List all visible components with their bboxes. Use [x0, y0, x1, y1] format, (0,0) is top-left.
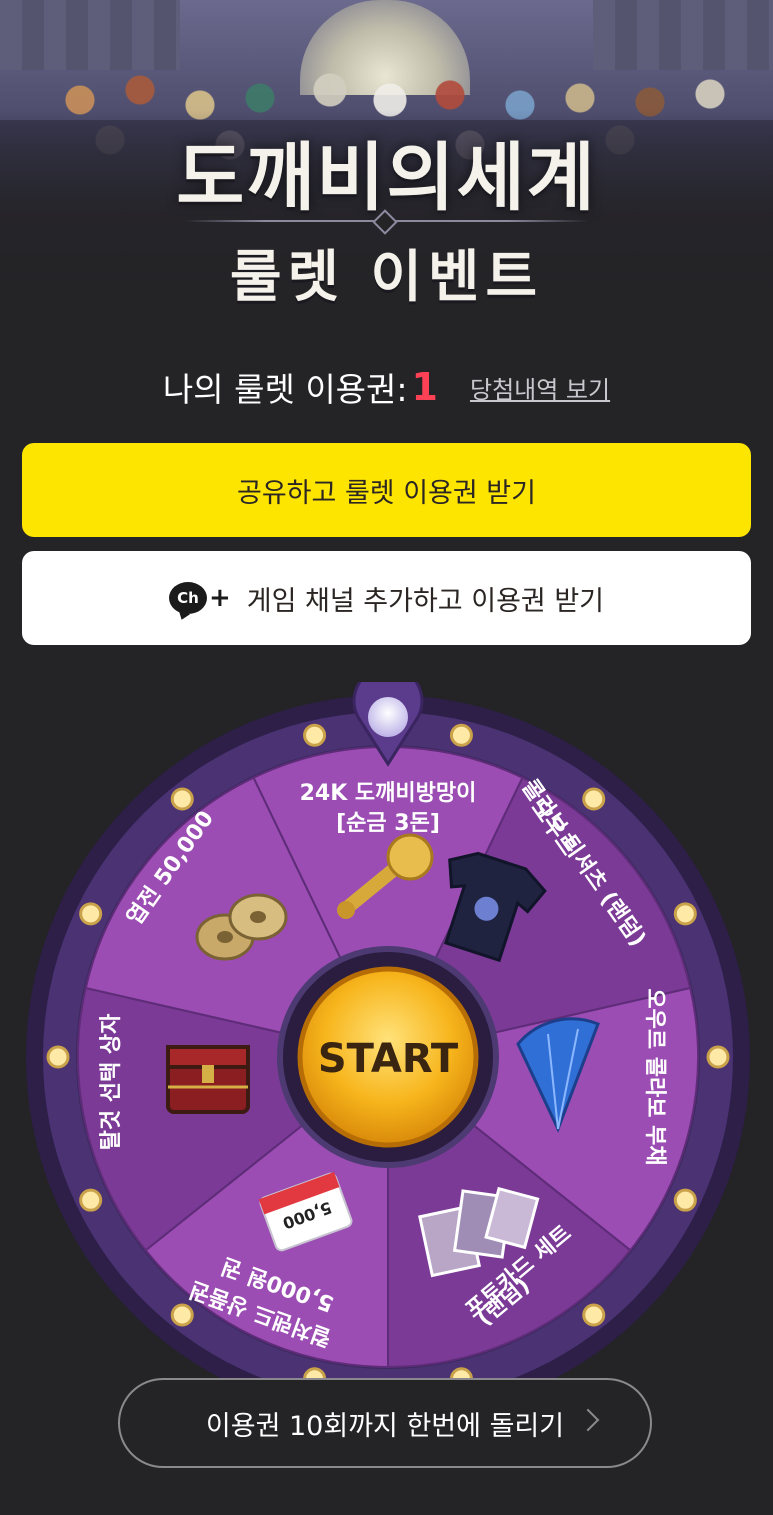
treasure-chest-icon — [166, 1045, 250, 1114]
share-button-label: 공유하고 룰렛 이용권 받기 — [237, 477, 536, 509]
chevron-right-icon — [576, 1408, 600, 1432]
segment-label-fan: 오우르 콜라보 부채 — [642, 988, 667, 1165]
start-button[interactable]: START — [297, 966, 479, 1148]
multi-spin-button[interactable]: 이용권 10회까지 한번에 돌리기 — [118, 1378, 652, 1468]
rim-light — [79, 1188, 103, 1212]
win-history-link[interactable]: 당첨내역 보기 — [470, 370, 610, 405]
ticket-info: 나의 룰렛 이용권: 1 당첨내역 보기 — [0, 362, 773, 412]
rim-light — [46, 1045, 70, 1069]
segment-label-club-2: [순금 3돈] — [336, 811, 440, 836]
ticket-count: 1 — [411, 365, 438, 409]
start-button-label: START — [318, 1036, 459, 1082]
segment-label-club-1: 24K 도깨비방망이 — [300, 781, 477, 806]
rim-light — [79, 902, 103, 926]
rim-light — [582, 1303, 606, 1327]
kakao-channel-add-icon: Ch + — [168, 582, 231, 614]
rim-light — [170, 1303, 194, 1327]
rim-light — [303, 723, 327, 747]
rim-light — [449, 723, 473, 747]
rim-light — [170, 787, 194, 811]
rim-light — [673, 902, 697, 926]
event-logo-title: 도깨비의세계 — [176, 135, 597, 221]
multi-spin-label: 이용권 10회까지 한번에 돌리기 — [205, 1410, 565, 1442]
share-get-ticket-button[interactable]: 공유하고 룰렛 이용권 받기 — [22, 443, 751, 537]
roulette-wheel: 5,000 24K 도깨비방망이 [순금 3돈] 오우르 콜라보 티셔츠 (랜덤… — [18, 682, 758, 1382]
logo-divider — [185, 209, 588, 235]
ticket-label: 나의 룰렛 이용권: — [162, 370, 408, 409]
rim-light — [706, 1045, 730, 1069]
event-banner: 도깨비의세계 룰렛 이벤트 — [0, 0, 773, 350]
channel-bubble-icon: Ch — [168, 582, 207, 614]
add-channel-get-ticket-button[interactable]: Ch + 게임 채널 추가하고 이용권 받기 — [22, 551, 751, 645]
segment-label-chest: 탈것 선택 상자 — [99, 1013, 124, 1151]
rim-light — [582, 787, 606, 811]
roulette-svg: 5,000 24K 도깨비방망이 [순금 3돈] 오우르 콜라보 티셔츠 (랜덤… — [26, 682, 750, 1382]
event-logo-subtitle: 룰렛 이벤트 — [229, 244, 544, 310]
channel-plus-icon: + — [208, 583, 231, 613]
rim-light — [673, 1188, 697, 1212]
channel-button-label: 게임 채널 추가하고 이용권 받기 — [246, 585, 605, 617]
